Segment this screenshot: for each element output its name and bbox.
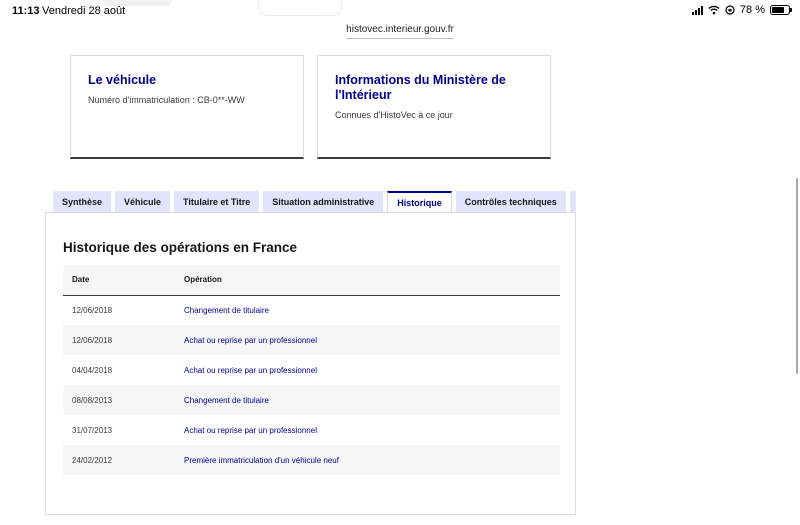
operation-cell: Changement de titulaire xyxy=(184,295,560,325)
table-row: 31/07/2013 Achat ou reprise par un profes… xyxy=(63,415,560,445)
operation-date: 12/06/2018 xyxy=(72,305,113,315)
column-header-date: Date xyxy=(63,265,184,296)
tab-historique[interactable]: Historique xyxy=(387,191,452,213)
table-row: 12/06/2018 Achat ou reprise par un profes… xyxy=(63,325,560,355)
tab-synthese[interactable]: Synthèse xyxy=(53,191,112,213)
operation-cell: Changement de titulaire xyxy=(184,385,560,415)
operation-date: 24/02/2012 xyxy=(63,445,184,475)
history-panel: Historique des opérations en France Date… xyxy=(45,212,576,515)
operation-link[interactable]: Achat ou reprise par un professionnel xyxy=(184,426,317,435)
cellular-signal-icon xyxy=(691,5,703,15)
column-header-operation: Opération xyxy=(184,265,560,296)
table-row: 08/08/2013 Changement de titulaire xyxy=(63,385,560,415)
page-scrollbar[interactable] xyxy=(796,178,798,374)
status-date: Vendredi 28 août xyxy=(42,5,126,17)
table-row: 04/04/2018 Achat ou reprise par un profes… xyxy=(63,355,560,385)
ministry-card-text: Connues d'HistoVec à ce jour xyxy=(335,110,453,120)
url-text[interactable]: histovec.interieur.gouv.fr xyxy=(346,24,454,39)
operation-cell: Achat ou reprise par un professionnel xyxy=(184,355,560,385)
operation-cell: Achat ou reprise par un professionnel xyxy=(184,415,560,445)
operation-date: 08/08/2013 xyxy=(63,385,184,415)
history-title: Historique des opérations en France xyxy=(63,240,298,255)
battery-percent: 78 % xyxy=(739,4,765,16)
table-header-row: Date Opération xyxy=(63,265,560,296)
vehicle-card: Le véhicule Numéro d'immatriculation : C… xyxy=(70,55,304,159)
operation-link[interactable]: Changement de titulaire xyxy=(184,396,269,405)
tab-titulaire-et-titre[interactable]: Titulaire et Titre xyxy=(174,191,260,213)
header-remnant xyxy=(258,0,342,16)
table-row: 12/06/2018 Changement de titulaire xyxy=(63,295,560,325)
battery-icon xyxy=(770,5,792,15)
operation-date: 31/07/2013 xyxy=(72,425,113,435)
tab-controles-techniques[interactable]: Contrôles techniques xyxy=(455,191,566,213)
orientation-lock-icon xyxy=(725,5,735,15)
table-row: 24/02/2012 Première immatriculation d'un … xyxy=(63,445,560,475)
tab-vehicule[interactable]: Véhicule xyxy=(115,191,171,213)
wifi-icon xyxy=(708,5,720,15)
operation-date: 04/04/2018 xyxy=(72,365,113,375)
ministry-card-title: Informations du Ministère de l'Intérieur xyxy=(335,73,506,102)
operation-link[interactable]: Achat ou reprise par un professionnel xyxy=(184,336,317,345)
registration-number: Numéro d'immatriculation : CB-0**-WW xyxy=(88,95,245,105)
tab-situation-administrative[interactable]: Situation administrative xyxy=(263,191,384,213)
status-time: 11:13 xyxy=(12,5,40,17)
browser-url-bar[interactable]: histovec.interieur.gouv.fr xyxy=(0,19,800,39)
history-table: Date Opération 12/06/2018 Changement de t… xyxy=(63,265,560,475)
operation-date: 12/06/2018 xyxy=(63,325,184,355)
history-table-body: 12/06/2018 Changement de titulaire 12/06/2… xyxy=(63,295,560,475)
header-remnant xyxy=(102,0,172,6)
operation-cell: Achat ou reprise par un professionnel xyxy=(184,325,560,355)
operation-cell: Première immatriculation d'un véhicule n… xyxy=(184,445,560,475)
tab-bar: Synthèse Véhicule Titulaire et Titre Situat… xyxy=(53,191,576,213)
status-indicators: 78 % xyxy=(691,4,792,16)
operation-link[interactable]: Changement de titulaire xyxy=(184,306,269,315)
operation-link[interactable]: Achat ou reprise par un professionnel xyxy=(184,366,317,375)
ministry-info-card: Informations du Ministère de l'Intérieur… xyxy=(317,55,551,159)
vehicle-card-title: Le véhicule xyxy=(88,73,157,87)
battery-level xyxy=(772,7,785,13)
operation-link[interactable]: Première immatriculation d'un véhicule n… xyxy=(184,456,339,465)
tab-rapport[interactable]: Rapport xyxy=(569,191,576,213)
